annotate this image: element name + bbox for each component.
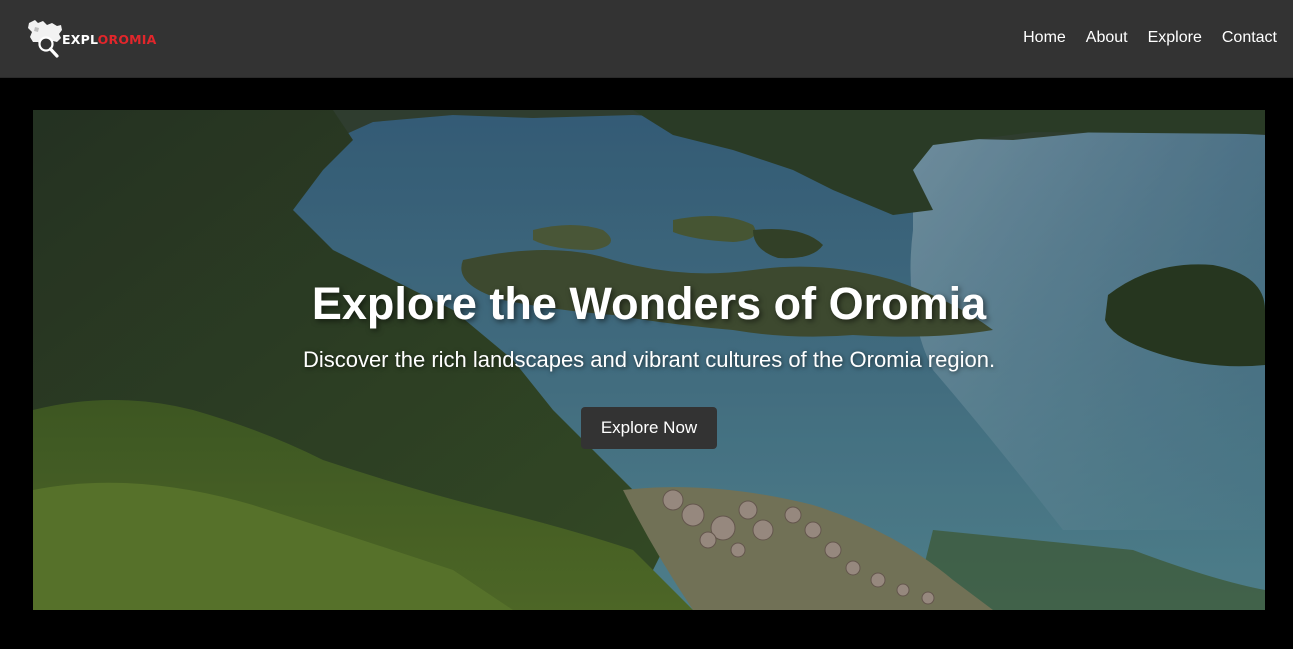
nav-contact-link[interactable]: Contact (1222, 28, 1277, 48)
logo-text-oromia: OROMIA (97, 31, 157, 47)
map-magnifier-icon (26, 17, 64, 59)
main-nav: Home About Explore Contact (1023, 28, 1277, 48)
nav-home-link[interactable]: Home (1023, 28, 1066, 48)
logo-text: EXPLOROMIA (62, 32, 157, 47)
hero-title: Explore the Wonders of Oromia (311, 278, 987, 329)
explore-now-button[interactable]: Explore Now (580, 407, 718, 449)
hero-content: Explore the Wonders of Oromia Discover t… (33, 278, 1265, 449)
hero-subtitle: Discover the rich landscapes and vibrant… (302, 347, 996, 372)
nav-about-link[interactable]: About (1086, 28, 1128, 48)
site-logo[interactable]: EXPLOROMIA (26, 16, 157, 60)
nav-explore-link[interactable]: Explore (1148, 28, 1202, 48)
site-header: EXPLOROMIA Home About Explore Contact (0, 0, 1293, 78)
hero-section: Explore the Wonders of Oromia Discover t… (33, 110, 1265, 610)
logo-text-expl: EXPL (62, 31, 98, 47)
